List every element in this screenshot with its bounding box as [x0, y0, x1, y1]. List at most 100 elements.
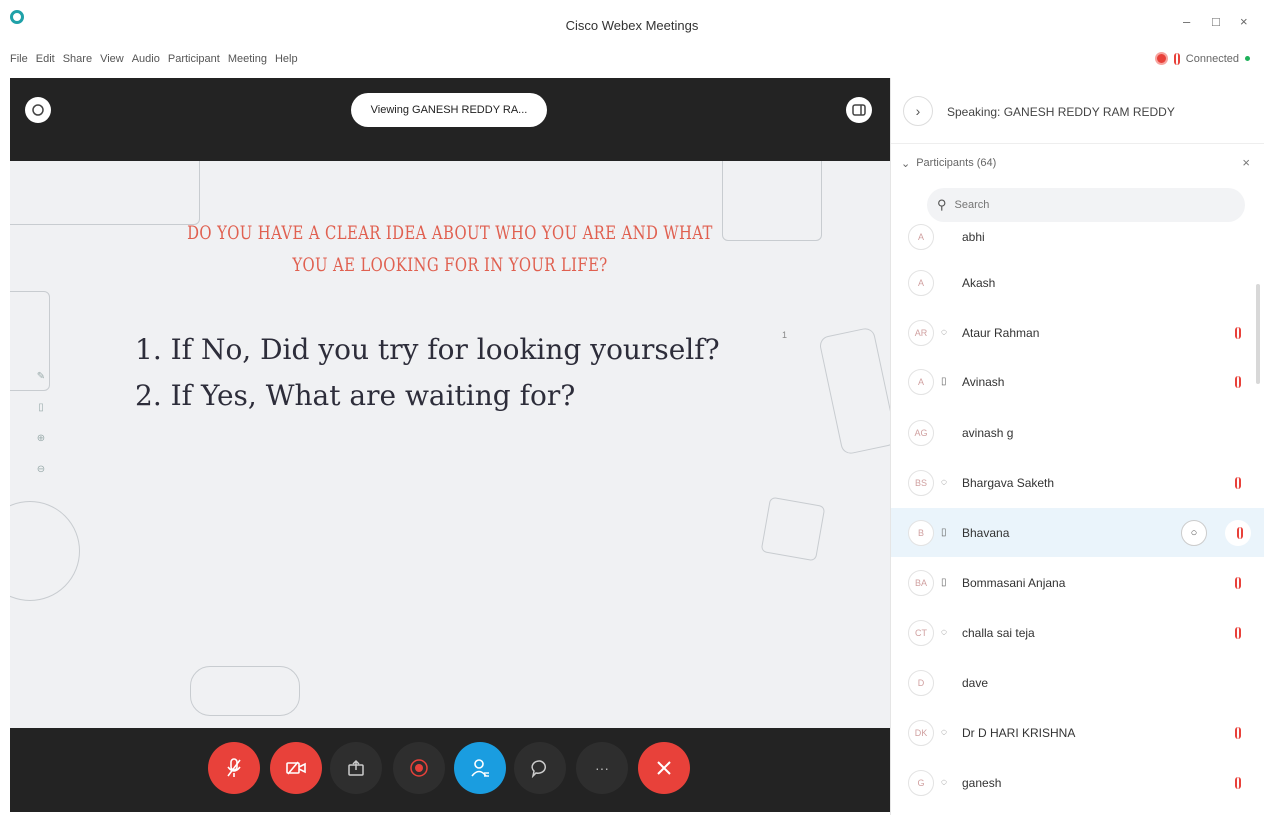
minimize-button[interactable]: – — [1183, 14, 1190, 29]
slide-title: Do you have a clear idea about who you a… — [187, 222, 713, 276]
participant-name: Bhargava Saketh — [962, 475, 1055, 490]
participant-name: dave — [962, 675, 989, 690]
avatar: AG — [908, 419, 934, 446]
participant-row[interactable]: G ◌ ganesh — [891, 758, 1264, 807]
speaking-bar: › Speaking: GANESH REDDY RAM REDDY — [891, 78, 1264, 144]
mic-muted-icon[interactable] — [1235, 326, 1241, 339]
connection-label: Connected — [1185, 52, 1239, 65]
participant-row[interactable]: AR ◌ Ataur Rahman — [891, 308, 1264, 357]
tablet-sketch — [722, 161, 822, 241]
menu-share[interactable]: Share — [63, 53, 92, 71]
menu-meeting[interactable]: Meeting — [228, 53, 267, 71]
menu-file[interactable]: File — [10, 53, 28, 71]
mic-muted-icon — [1237, 526, 1243, 539]
close-icon — [657, 761, 671, 775]
chevron-down-icon: ⌄ — [901, 158, 911, 170]
participant-row[interactable]: BS ◌ Bhargava Saketh — [891, 458, 1264, 507]
close-window-button[interactable]: × — [1240, 14, 1248, 29]
headset-icon: ◌ — [941, 777, 947, 788]
close-participants-button[interactable]: × — [1242, 155, 1250, 170]
viewing-indicator[interactable]: Viewing GANESH REDDY RA... — [351, 93, 547, 127]
video-button[interactable] — [270, 742, 322, 794]
share-icon — [348, 759, 364, 776]
participant-row-selected[interactable]: B ▯ Bhavana ○ — [891, 508, 1264, 557]
participant-name: Avinash — [962, 374, 1005, 389]
mic-toggle-button[interactable] — [1225, 519, 1251, 546]
mic-muted-icon[interactable] — [1235, 626, 1241, 639]
sticky-note-sketch — [760, 496, 826, 562]
participant-name: Bhavana — [962, 525, 1010, 540]
participant-row[interactable]: D dave — [891, 658, 1264, 707]
chevron-right-icon: › — [915, 103, 921, 119]
share-button[interactable] — [330, 742, 382, 794]
participant-row[interactable]: AG avinash g — [891, 408, 1264, 457]
participant-row[interactable]: A Akash — [891, 258, 1264, 307]
connection-status: Connected — [1154, 52, 1250, 65]
slide-item: 1. If No, Did you try for looking yourse… — [135, 333, 720, 366]
title-bar: Cisco Webex Meetings – □ × — [0, 0, 1264, 46]
recording-icon — [1154, 52, 1168, 65]
mic-muted-icon[interactable] — [1235, 576, 1241, 589]
avatar: G — [908, 769, 934, 796]
mic-muted-icon[interactable] — [1235, 476, 1241, 489]
mic-muted-icon[interactable] — [1235, 726, 1241, 739]
participant-name: avinash g — [962, 425, 1014, 440]
more-options-button[interactable]: ··· — [576, 742, 628, 794]
participant-search: ⚲ — [927, 188, 1245, 222]
menu-view[interactable]: View — [100, 53, 124, 71]
participant-row[interactable]: A abhi — [891, 224, 1264, 261]
list-scrollbar[interactable] — [1256, 284, 1260, 384]
mic-muted-icon[interactable] — [1235, 375, 1241, 388]
zoom-in-icon[interactable]: ⊕ — [37, 433, 45, 444]
record-button[interactable] — [393, 742, 445, 794]
menu-help[interactable]: Help — [275, 53, 298, 71]
leave-meeting-button[interactable] — [638, 742, 690, 794]
slide-item: 2. If Yes, What are waiting for? — [135, 379, 576, 412]
participant-row[interactable]: BA ▯ Bommasani Anjana — [891, 558, 1264, 607]
zoom-out-icon[interactable]: ⊖ — [37, 464, 45, 475]
expand-panel-button[interactable]: › — [903, 96, 933, 126]
maximize-button[interactable]: □ — [1212, 14, 1220, 29]
record-icon — [410, 759, 428, 777]
coffee-cup-sketch — [10, 501, 80, 601]
menu-audio[interactable]: Audio — [132, 53, 160, 71]
search-icon: ⚲ — [937, 197, 947, 212]
mic-muted-icon[interactable] — [1235, 776, 1241, 789]
video-off-icon — [286, 761, 306, 775]
avatar: A — [908, 269, 934, 296]
headset-icon: ◌ — [941, 327, 947, 338]
avatar: BA — [908, 569, 934, 596]
pointer-icon[interactable]: ▯ — [38, 402, 44, 413]
search-input[interactable] — [954, 199, 1195, 211]
avatar: BS — [908, 469, 934, 496]
menu-participant[interactable]: Participant — [168, 53, 220, 71]
mute-button[interactable] — [208, 742, 260, 794]
meeting-stage: Viewing GANESH REDDY RA... Do you have a… — [10, 78, 890, 812]
participants-header[interactable]: ⌄ Participants (64) — [901, 157, 996, 170]
headset-icon: ◌ — [941, 727, 947, 738]
keyboard-sketch — [10, 161, 200, 225]
avatar: DK — [908, 719, 934, 746]
participant-row[interactable]: A ▯ Avinash — [891, 357, 1264, 406]
annotate-icon[interactable]: ✎ — [37, 371, 45, 382]
meeting-info-button[interactable] — [25, 97, 51, 123]
chat-button[interactable] — [514, 742, 566, 794]
stage-header: Viewing GANESH REDDY RA... — [10, 78, 890, 161]
webex-window: Cisco Webex Meetings – □ × File Edit Sha… — [0, 0, 1264, 815]
glasses-sketch — [190, 666, 300, 716]
participant-name: Akash — [962, 275, 996, 290]
participant-row[interactable]: CT ◌ challa sai teja — [891, 608, 1264, 657]
connected-dot-icon — [1245, 56, 1250, 61]
participant-name: Ataur Rahman — [962, 325, 1040, 340]
participant-row[interactable]: DK ◌ Dr D HARI KRISHNA — [891, 708, 1264, 757]
participants-button[interactable] — [454, 742, 506, 794]
active-speaker: Speaking: GANESH REDDY RAM REDDY — [947, 105, 1175, 119]
phone-icon: ▯ — [941, 527, 947, 538]
participants-icon — [471, 759, 489, 777]
menu-edit[interactable]: Edit — [36, 53, 55, 71]
headset-icon: ◌ — [941, 627, 947, 638]
headset-icon: ◌ — [941, 477, 947, 488]
layout-button[interactable] — [846, 97, 872, 123]
mic-muted-icon — [1173, 52, 1180, 65]
chat-participant-button[interactable]: ○ — [1181, 519, 1207, 546]
